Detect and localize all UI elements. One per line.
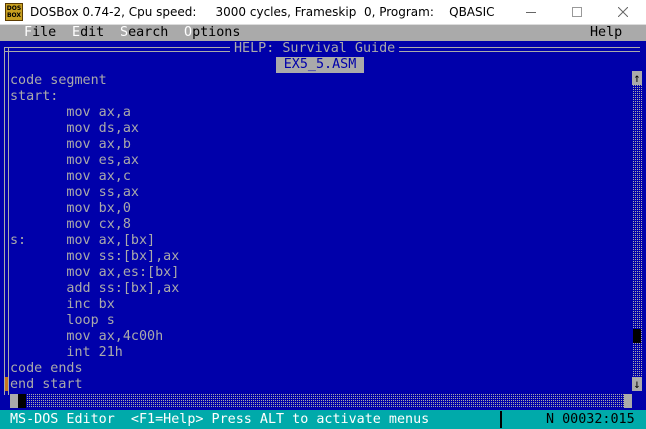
status-divider bbox=[500, 411, 502, 428]
code-line[interactable]: mov bx,0 bbox=[10, 201, 131, 217]
maximize-icon bbox=[572, 7, 582, 17]
scroll-up-arrow-icon[interactable]: ↑ bbox=[632, 71, 642, 85]
code-line[interactable]: code segment bbox=[10, 73, 107, 89]
minimize-button[interactable] bbox=[508, 0, 554, 25]
dosbox-icon: DOS BOX bbox=[5, 3, 23, 21]
scroll-right-arrow-icon[interactable] bbox=[624, 394, 632, 408]
code-line[interactable]: start: bbox=[10, 89, 58, 105]
status-message: MS-DOS Editor <F1=Help> Press ALT to act… bbox=[10, 412, 430, 427]
menu-help[interactable]: Help bbox=[590, 25, 622, 41]
code-line[interactable]: int 21h bbox=[10, 345, 122, 361]
code-line[interactable]: mov ax,a bbox=[10, 105, 131, 121]
code-line[interactable]: inc bx bbox=[10, 297, 114, 313]
code-line[interactable]: mov ax,es:[bx] bbox=[10, 265, 179, 281]
window-title: DOSBox 0.74-2, Cpu speed: 3000 cycles, F… bbox=[30, 5, 495, 19]
window-frame-left bbox=[4, 47, 9, 395]
menu-bar: File Edit Search Options Help bbox=[0, 25, 646, 41]
code-line[interactable]: mov ss:[bx],ax bbox=[10, 249, 179, 265]
code-line[interactable]: s: mov ax,[bx] bbox=[10, 233, 155, 249]
scroll-down-arrow-icon[interactable]: ↓ bbox=[632, 377, 642, 391]
maximize-button[interactable] bbox=[554, 0, 600, 25]
code-line[interactable]: loop s bbox=[10, 313, 114, 329]
editor-text-area[interactable]: code segment start: mov ax,a mov ds,ax mo… bbox=[10, 73, 630, 393]
horizontal-scrollbar[interactable] bbox=[10, 394, 632, 408]
vertical-scroll-thumb[interactable] bbox=[633, 329, 641, 343]
code-line[interactable]: add ss:[bx],ax bbox=[10, 281, 179, 297]
close-icon bbox=[618, 7, 628, 17]
code-line[interactable]: mov es,ax bbox=[10, 153, 139, 169]
scroll-left-arrow-icon[interactable] bbox=[10, 394, 18, 408]
text-cursor bbox=[5, 377, 8, 391]
code-line[interactable]: end start bbox=[10, 377, 83, 393]
cursor-position: N 00032:015 bbox=[546, 412, 635, 427]
menu-options[interactable]: Options bbox=[184, 25, 240, 41]
dos-screen: File Edit Search Options Help HELP: Surv… bbox=[0, 25, 646, 429]
code-line[interactable]: mov ax,4c00h bbox=[10, 329, 163, 345]
minimize-icon bbox=[526, 12, 536, 13]
code-line[interactable]: mov ss,ax bbox=[10, 185, 139, 201]
help-window-title: HELP: Survival Guide bbox=[230, 41, 400, 57]
status-bar: MS-DOS Editor <F1=Help> Press ALT to act… bbox=[0, 410, 646, 429]
code-line[interactable]: mov ds,ax bbox=[10, 121, 139, 137]
code-line[interactable]: mov ax,b bbox=[10, 137, 131, 153]
window-title-bar: DOS BOX DOSBox 0.74-2, Cpu speed: 3000 c… bbox=[0, 0, 646, 25]
file-name-tab[interactable]: EX5_5.ASM bbox=[276, 57, 364, 73]
menu-file[interactable]: File bbox=[24, 25, 56, 41]
code-line[interactable]: mov cx,8 bbox=[10, 217, 131, 233]
vertical-scrollbar[interactable]: ↑ ↓ bbox=[632, 71, 642, 391]
menu-search[interactable]: Search bbox=[120, 25, 168, 41]
close-button[interactable] bbox=[600, 0, 646, 25]
code-line[interactable]: mov ax,c bbox=[10, 169, 131, 185]
horizontal-scroll-thumb[interactable] bbox=[18, 394, 26, 408]
code-line[interactable]: code ends bbox=[10, 361, 83, 377]
menu-edit[interactable]: Edit bbox=[72, 25, 104, 41]
